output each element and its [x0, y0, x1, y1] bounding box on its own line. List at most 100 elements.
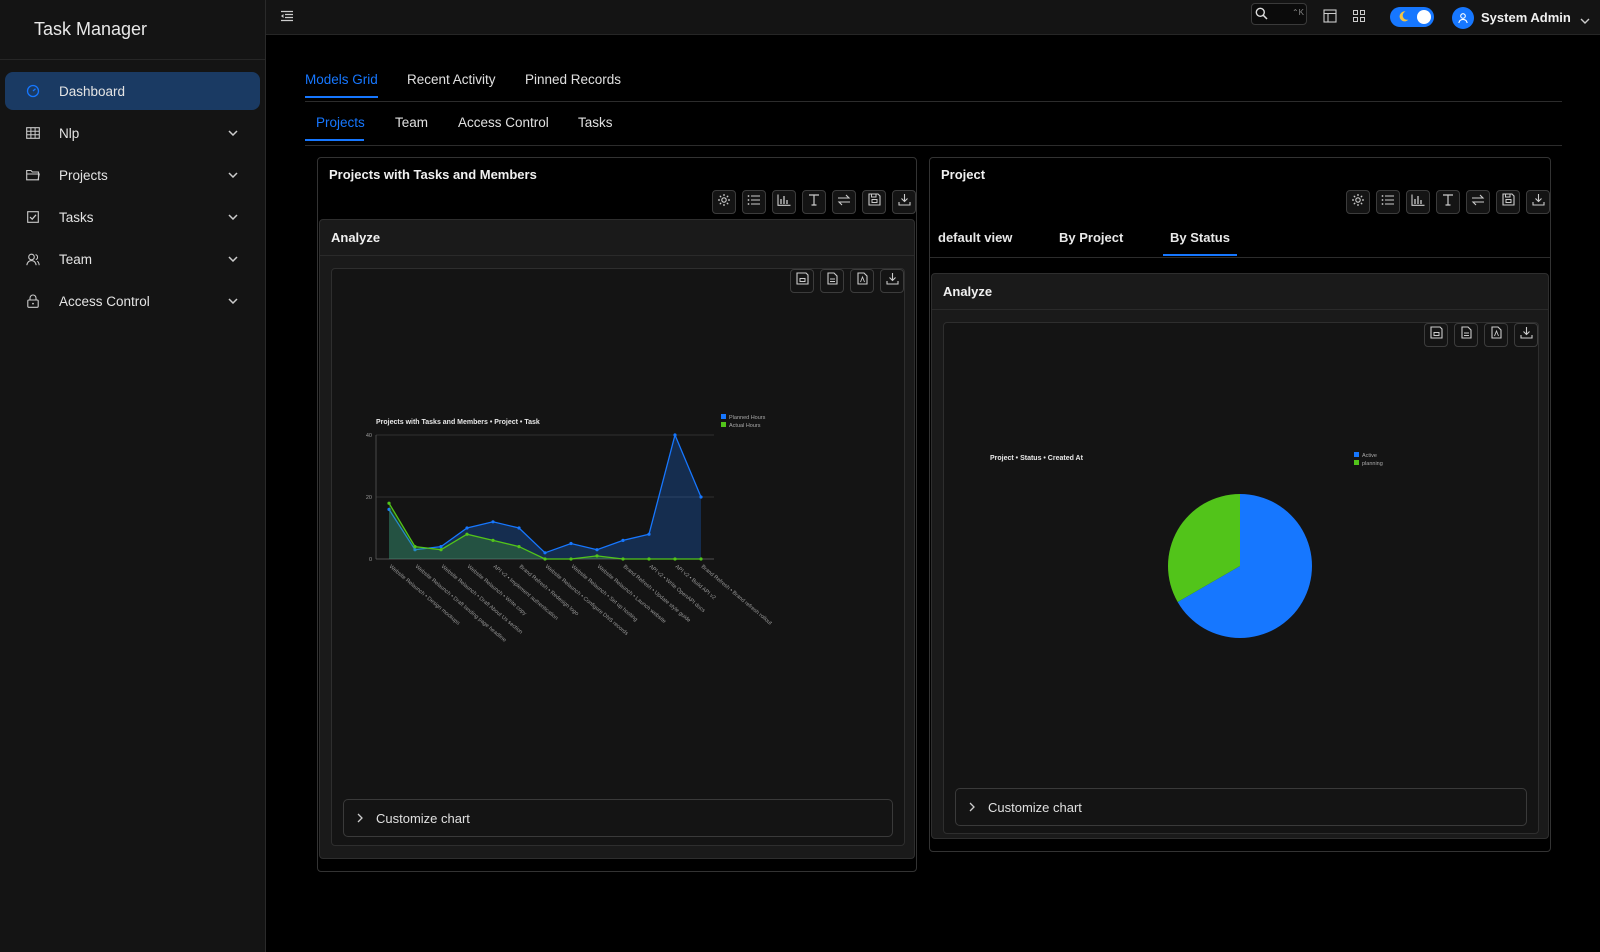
toggle-knob: [1417, 10, 1431, 24]
list-icon: [747, 193, 761, 211]
y-tick-label: 40: [366, 433, 372, 439]
legend-label: Planned Hours: [729, 415, 766, 421]
swap-button[interactable]: [1466, 190, 1490, 214]
data-point: [621, 538, 625, 542]
y-tick-label: 20: [366, 495, 372, 501]
topbar: ⌃K System Admin: [266, 0, 1600, 35]
tab-tasks[interactable]: Tasks: [578, 115, 613, 139]
search-shortcut: ⌃K: [1291, 8, 1304, 17]
sidebar-item-tasks[interactable]: Tasks: [5, 198, 260, 236]
data-point: [595, 554, 599, 558]
moon-icon: [1397, 10, 1410, 28]
sidebar-item-dashboard[interactable]: Dashboard: [5, 72, 260, 110]
chart-button[interactable]: [1406, 190, 1430, 214]
chevron-down-icon: [226, 252, 240, 266]
sidebar-item-access-control[interactable]: Access Control: [5, 282, 260, 320]
tab-by-project[interactable]: By Project: [1059, 230, 1123, 254]
tab-projects[interactable]: Projects: [305, 115, 365, 141]
data-point: [647, 557, 651, 561]
search-input[interactable]: ⌃K: [1251, 3, 1307, 25]
data-point: [465, 526, 469, 530]
save-icon: [1501, 193, 1515, 211]
chevron-down-icon: [226, 126, 240, 140]
tab-access-control[interactable]: Access Control: [458, 115, 549, 139]
swap-button[interactable]: [832, 190, 856, 214]
gear-icon: [1351, 193, 1365, 212]
analyze-panel: Analyze Projects with Tasks and Members …: [319, 219, 915, 859]
chart-title: Projects with Tasks and Members • Projec…: [376, 419, 540, 426]
data-point: [673, 557, 677, 561]
pie-chart: Project • Status • Created At Active plann…: [990, 452, 1383, 638]
download-icon: [1531, 193, 1545, 211]
legend-swatch: [721, 414, 726, 419]
chevron-down-icon[interactable]: [1580, 11, 1590, 29]
data-point: [517, 526, 521, 530]
swap-icon: [837, 193, 851, 211]
download-icon: [897, 193, 911, 211]
sidebar-item-projects[interactable]: Projects: [5, 156, 260, 194]
card-toolbar: [1346, 190, 1550, 214]
data-point: [387, 501, 391, 505]
chart-button[interactable]: [772, 190, 796, 214]
data-point: [673, 433, 677, 437]
area-chart: Projects with Tasks and Members • Projec…: [366, 414, 773, 644]
card-title: Projects with Tasks and Members: [329, 167, 537, 182]
card-title: Project: [941, 167, 986, 182]
layout-icon[interactable]: [1323, 9, 1339, 25]
checkbox-icon: [25, 209, 41, 225]
data-point: [699, 557, 703, 561]
gear-icon: [717, 193, 731, 212]
chart-container: Projects with Tasks and Members • Projec…: [331, 268, 905, 846]
data-point: [439, 545, 443, 549]
tab-default-view[interactable]: default view: [938, 230, 1012, 254]
theme-toggle[interactable]: [1390, 7, 1434, 27]
data-point: [413, 545, 417, 549]
list-button[interactable]: [1376, 190, 1400, 214]
customize-chart-button[interactable]: Customize chart: [343, 799, 893, 837]
table-icon: [25, 125, 41, 141]
project-card: Project default view By Project By Statu…: [929, 157, 1551, 852]
customize-chart-label: Customize chart: [988, 799, 1082, 815]
tab-recent-activity[interactable]: Recent Activity: [407, 72, 496, 96]
sidebar-item-nlp[interactable]: Nlp: [5, 114, 260, 152]
settings-button[interactable]: [1346, 190, 1370, 214]
folder-icon: [25, 167, 41, 183]
save-button[interactable]: [862, 190, 886, 214]
chart-container: Project • Status • Created At Active plann…: [943, 322, 1539, 834]
data-point: [569, 541, 573, 546]
sidebar-nav: Dashboard Nlp Projects Tasks Team Access…: [0, 60, 265, 336]
team-icon: [25, 251, 41, 267]
avatar[interactable]: [1452, 7, 1474, 29]
customize-chart-button[interactable]: Customize chart: [955, 788, 1527, 826]
text-height-icon: [1442, 193, 1454, 211]
sidebar-item-label: Access Control: [59, 293, 150, 309]
sidebar-item-label: Tasks: [59, 209, 94, 225]
tab-team[interactable]: Team: [395, 115, 428, 139]
sidebar-item-team[interactable]: Team: [5, 240, 260, 278]
tab-by-status[interactable]: By Status: [1163, 230, 1237, 256]
list-button[interactable]: [742, 190, 766, 214]
tab-models-grid[interactable]: Models Grid: [305, 72, 378, 98]
data-point: [699, 495, 703, 499]
text-button[interactable]: [1436, 190, 1460, 214]
chevron-down-icon: [226, 168, 240, 182]
download-button[interactable]: [892, 190, 916, 214]
chevron-down-icon: [226, 294, 240, 308]
text-button[interactable]: [802, 190, 826, 214]
sidebar-item-label: Team: [59, 251, 93, 267]
grid-icon[interactable]: [1352, 9, 1368, 25]
analyze-panel: Analyze Project • Status • Created At Act…: [931, 273, 1549, 839]
data-point: [595, 548, 599, 552]
save-button[interactable]: [1496, 190, 1520, 214]
tab-pinned-records[interactable]: Pinned Records: [525, 72, 621, 96]
data-point: [569, 557, 573, 561]
dashboard-icon: [25, 83, 41, 99]
data-point: [647, 532, 651, 536]
data-point: [439, 548, 443, 552]
user-name[interactable]: System Admin: [1481, 10, 1571, 25]
analyze-heading: Analyze: [932, 274, 1548, 310]
download-button[interactable]: [1526, 190, 1550, 214]
menu-fold-icon[interactable]: [280, 9, 298, 27]
settings-button[interactable]: [712, 190, 736, 214]
data-point: [491, 520, 495, 524]
